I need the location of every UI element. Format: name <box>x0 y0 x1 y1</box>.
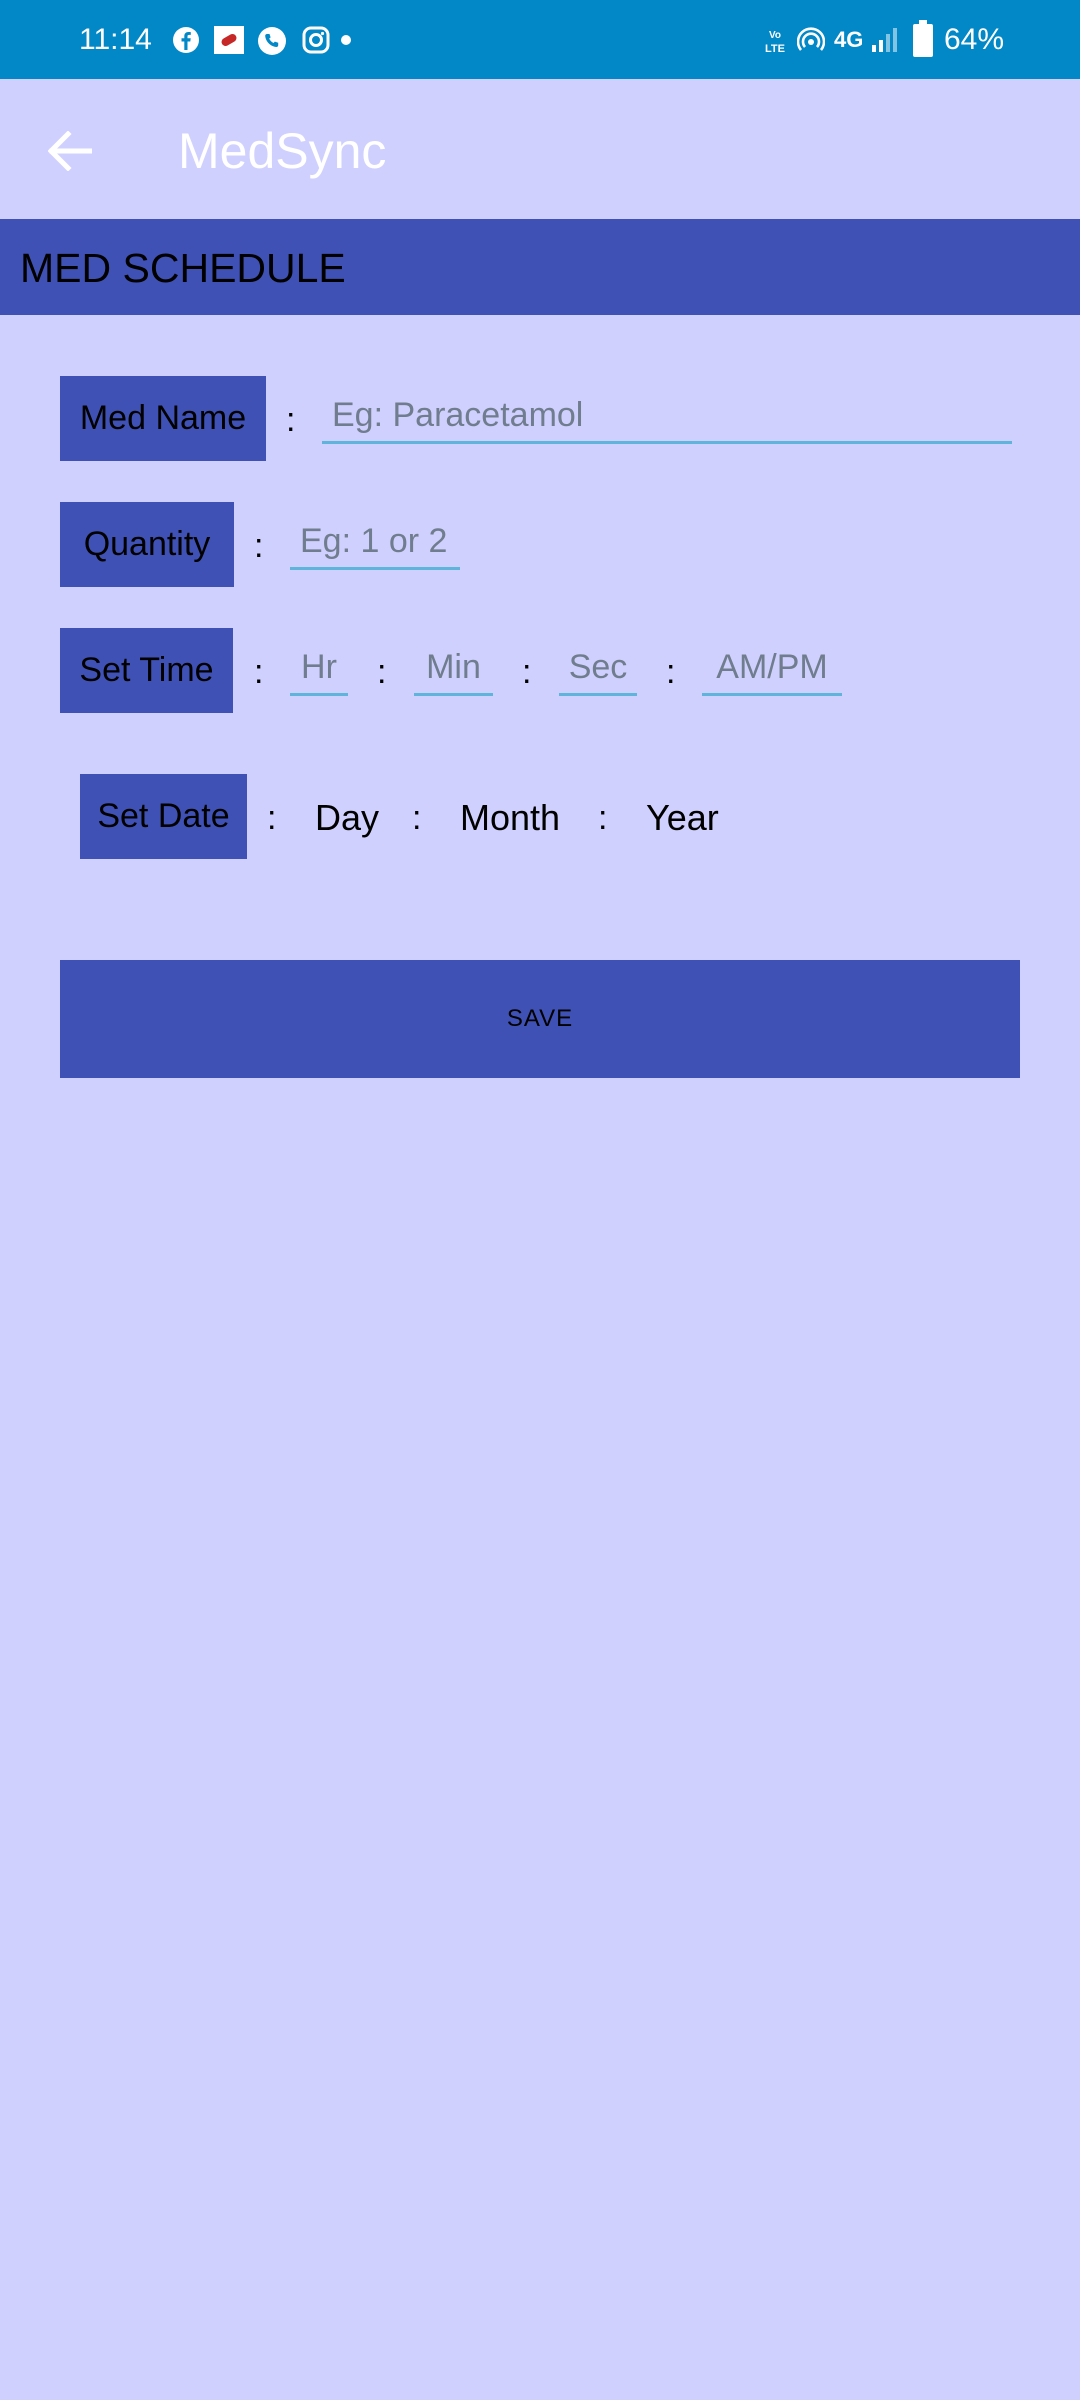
month-picker[interactable]: Month <box>460 796 560 840</box>
ampm-input[interactable] <box>702 642 842 696</box>
battery-percent: 64% <box>944 23 1005 56</box>
separator: : <box>254 653 264 691</box>
signal-icon <box>872 28 897 52</box>
app-notification-icon <box>214 26 244 54</box>
set-time-label: Set Time <box>60 628 233 713</box>
separator: : <box>377 653 387 691</box>
quantity-input[interactable] <box>290 516 460 570</box>
separator: : <box>666 653 676 691</box>
network-type: 4G <box>834 27 864 52</box>
app-bar: MedSync <box>0 79 1080 219</box>
hour-input[interactable] <box>290 642 348 696</box>
arrow-left-icon <box>48 131 92 171</box>
second-input[interactable] <box>559 642 637 696</box>
separator: : <box>254 527 264 565</box>
quantity-label: Quantity <box>60 502 234 587</box>
back-button[interactable] <box>30 111 110 191</box>
section-title: MED SCHEDULE <box>20 245 346 291</box>
svg-text:LTE: LTE <box>765 43 785 55</box>
separator: : <box>267 799 277 837</box>
battery-icon <box>913 20 933 57</box>
minute-input[interactable] <box>414 642 493 696</box>
save-button[interactable]: SAVE <box>60 960 1020 1078</box>
more-notifications-dot <box>341 35 351 45</box>
volte-icon: Vo LTE <box>765 30 785 55</box>
med-name-label: Med Name <box>60 376 266 461</box>
app-title: MedSync <box>178 123 387 179</box>
separator: : <box>522 653 532 691</box>
separator: : <box>286 401 296 439</box>
separator: : <box>412 799 422 837</box>
phone-icon <box>258 27 286 55</box>
set-date-label: Set Date <box>80 774 247 859</box>
med-name-input[interactable] <box>322 390 1012 444</box>
status-time: 11:14 <box>79 23 152 56</box>
section-header: MED SCHEDULE <box>0 219 1080 315</box>
svg-text:Vo: Vo <box>769 30 781 41</box>
instagram-icon <box>302 26 330 54</box>
year-picker[interactable]: Year <box>646 796 719 840</box>
status-bar: 11:14 Vo LTE 4G 64% <box>0 0 1080 79</box>
hotspot-icon <box>797 27 825 51</box>
facebook-icon <box>173 27 199 53</box>
day-picker[interactable]: Day <box>315 796 379 840</box>
separator: : <box>598 799 608 837</box>
